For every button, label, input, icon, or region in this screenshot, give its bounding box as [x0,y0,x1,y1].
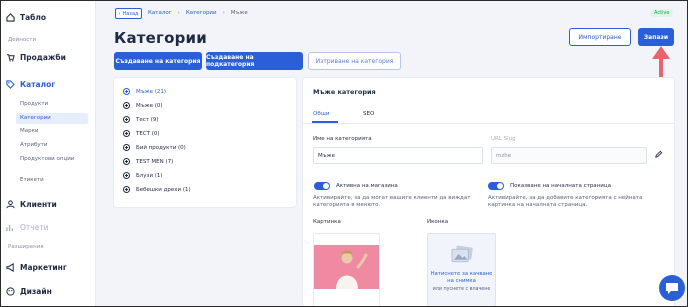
sidebar-sub-product-options[interactable]: Продуктови опции [20,156,88,163]
delete-category-button[interactable]: Изтриване на категория [308,52,401,70]
import-button[interactable]: Импортиране [569,28,631,46]
sidebar-item-dashboard[interactable]: Табло [6,13,46,22]
sidebar-sub-products[interactable]: Продукти [20,101,88,108]
tree-item-label: ТЕСТ (0) [136,130,160,137]
expand-icon[interactable] [123,116,130,123]
tree-item[interactable]: TEST MEN (7) [123,158,173,165]
slug-label: URL Slug [491,136,516,142]
category-image[interactable] [313,233,380,307]
sidebar-item-label: Табло [20,13,47,22]
expand-icon[interactable] [123,186,130,193]
category-tree: Мъже (21) Мъже (0) Тест (9) ТЕСТ (0) Бий… [114,78,296,207]
sidebar-item-label: Отчети [20,223,49,232]
breadcrumb-current: Мъже [230,10,248,16]
sidebar-item-catalog[interactable]: Каталог [6,80,55,89]
chart-icon [6,223,15,232]
category-photo [314,245,379,289]
tree-item[interactable]: Блузи (1) [123,172,163,179]
sidebar-item-label: Продажби [20,53,66,62]
sidebar-item-reports[interactable]: Отчети [6,223,49,232]
back-button[interactable]: ‹ Назад [115,8,142,19]
tree-item[interactable]: Бий продукти (0) [123,144,186,151]
tree-item-label: Бебешки дрехи (1) [136,186,191,193]
back-label: Назад [122,10,139,17]
home-icon [6,13,15,22]
sidebar-sub-categories[interactable]: Категории [16,113,88,124]
tree-item[interactable]: Мъже (0) [123,102,163,109]
page-title: Категории [114,29,207,47]
sidebar-item-sales[interactable]: Продажби [6,53,66,62]
edit-icon[interactable] [654,150,663,159]
sidebar-item-label: Каталог [20,80,56,89]
breadcrumb-catalog[interactable]: Каталог [148,10,172,16]
sidebar-sub-brands[interactable]: Марки [20,128,88,135]
storefront-help: Активирайте, за да могат вашите клиенти … [313,195,471,208]
chevron-right-icon: › [177,10,180,16]
image-label: Картинка [313,219,341,225]
sidebar-sub-labels[interactable]: Етикети [20,177,88,184]
tab-seo[interactable]: SEO [363,111,374,117]
expand-icon[interactable] [123,144,130,151]
users-icon [6,200,15,209]
chat-button[interactable] [659,275,685,301]
sidebar-item-marketing[interactable]: Маркетинг [6,263,67,272]
tree-item-label: Мъже (0) [136,102,163,109]
homepage-toggle-label: Показване на началната страница [510,183,611,189]
sidebar-item-customers[interactable]: Клиенти [6,200,57,209]
sidebar: Табло Дейности Продажби Каталог Продукти… [0,0,96,307]
tree-item-label: TEST MEN (7) [136,158,174,165]
panel-title: Мъже категория [313,88,376,96]
sidebar-item-design[interactable]: Дизайн [6,287,52,296]
tabs-divider [303,123,674,124]
chevron-right-icon: › [222,10,225,16]
tree-item[interactable]: Мъже (21) [123,88,166,95]
sidebar-section-actions: Дейности [8,37,37,43]
slug-input[interactable]: mzhe [491,147,647,164]
icon-upload-dropzone[interactable]: Натиснете за качване на снимка или пусне… [427,233,496,307]
breadcrumb: Каталог › Категории › Мъже [148,10,248,16]
expand-icon[interactable] [123,172,130,179]
tag-icon [6,80,15,89]
sidebar-sub-attributes[interactable]: Атрибути [20,142,88,149]
cart-icon [6,53,15,62]
chat-icon [666,283,678,294]
sidebar-item-label: Дизайн [20,287,52,296]
expand-icon[interactable] [123,130,130,137]
tree-item-label: Тест (9) [136,116,159,123]
tree-item-label: Мъже (21) [136,88,167,95]
tree-item[interactable]: Бебешки дрехи (1) [123,186,191,193]
expand-icon[interactable] [123,88,130,95]
upload-link[interactable]: Натиснете за качване на снимка [428,271,495,284]
person-photo-icon [336,250,368,289]
sidebar-item-label: Маркетинг [20,263,67,272]
sidebar-section-extensions: Разширения [8,244,44,250]
homepage-help: Активирайте, за да добавите категорията … [488,195,643,208]
image-upload-icon [451,245,473,263]
megaphone-icon [6,263,15,272]
palette-icon [6,287,15,296]
icon-label: Иконка [427,219,449,225]
category-name-input[interactable]: Мъже [313,147,483,164]
tree-item-label: Бий продукти (0) [136,144,186,151]
chevron-left-icon: ‹ [118,10,121,17]
create-category-button[interactable]: Създаване на категория [114,52,202,70]
status-badge: Active [650,9,674,17]
tree-item[interactable]: Тест (9) [123,116,159,123]
upload-hint: или пуснете с влачене [432,287,491,292]
homepage-toggle[interactable] [488,182,504,190]
name-label: Име на категорията [313,136,372,142]
create-subcategory-button[interactable]: Създаване на подкатегория [206,52,303,70]
breadcrumb-categories[interactable]: Категории [186,10,217,16]
tab-general[interactable]: Общи [313,111,329,117]
tree-item-label: Блузи (1) [136,172,163,179]
tree-item[interactable]: ТЕСТ (0) [123,130,160,137]
expand-icon[interactable] [123,102,130,109]
storefront-toggle[interactable] [314,182,330,190]
category-editor: Мъже категория Общи SEO Име на категория… [303,78,674,307]
storefront-toggle-label: Активна на магазина [336,183,398,189]
sidebar-item-label: Клиенти [20,200,57,209]
expand-icon[interactable] [123,158,130,165]
